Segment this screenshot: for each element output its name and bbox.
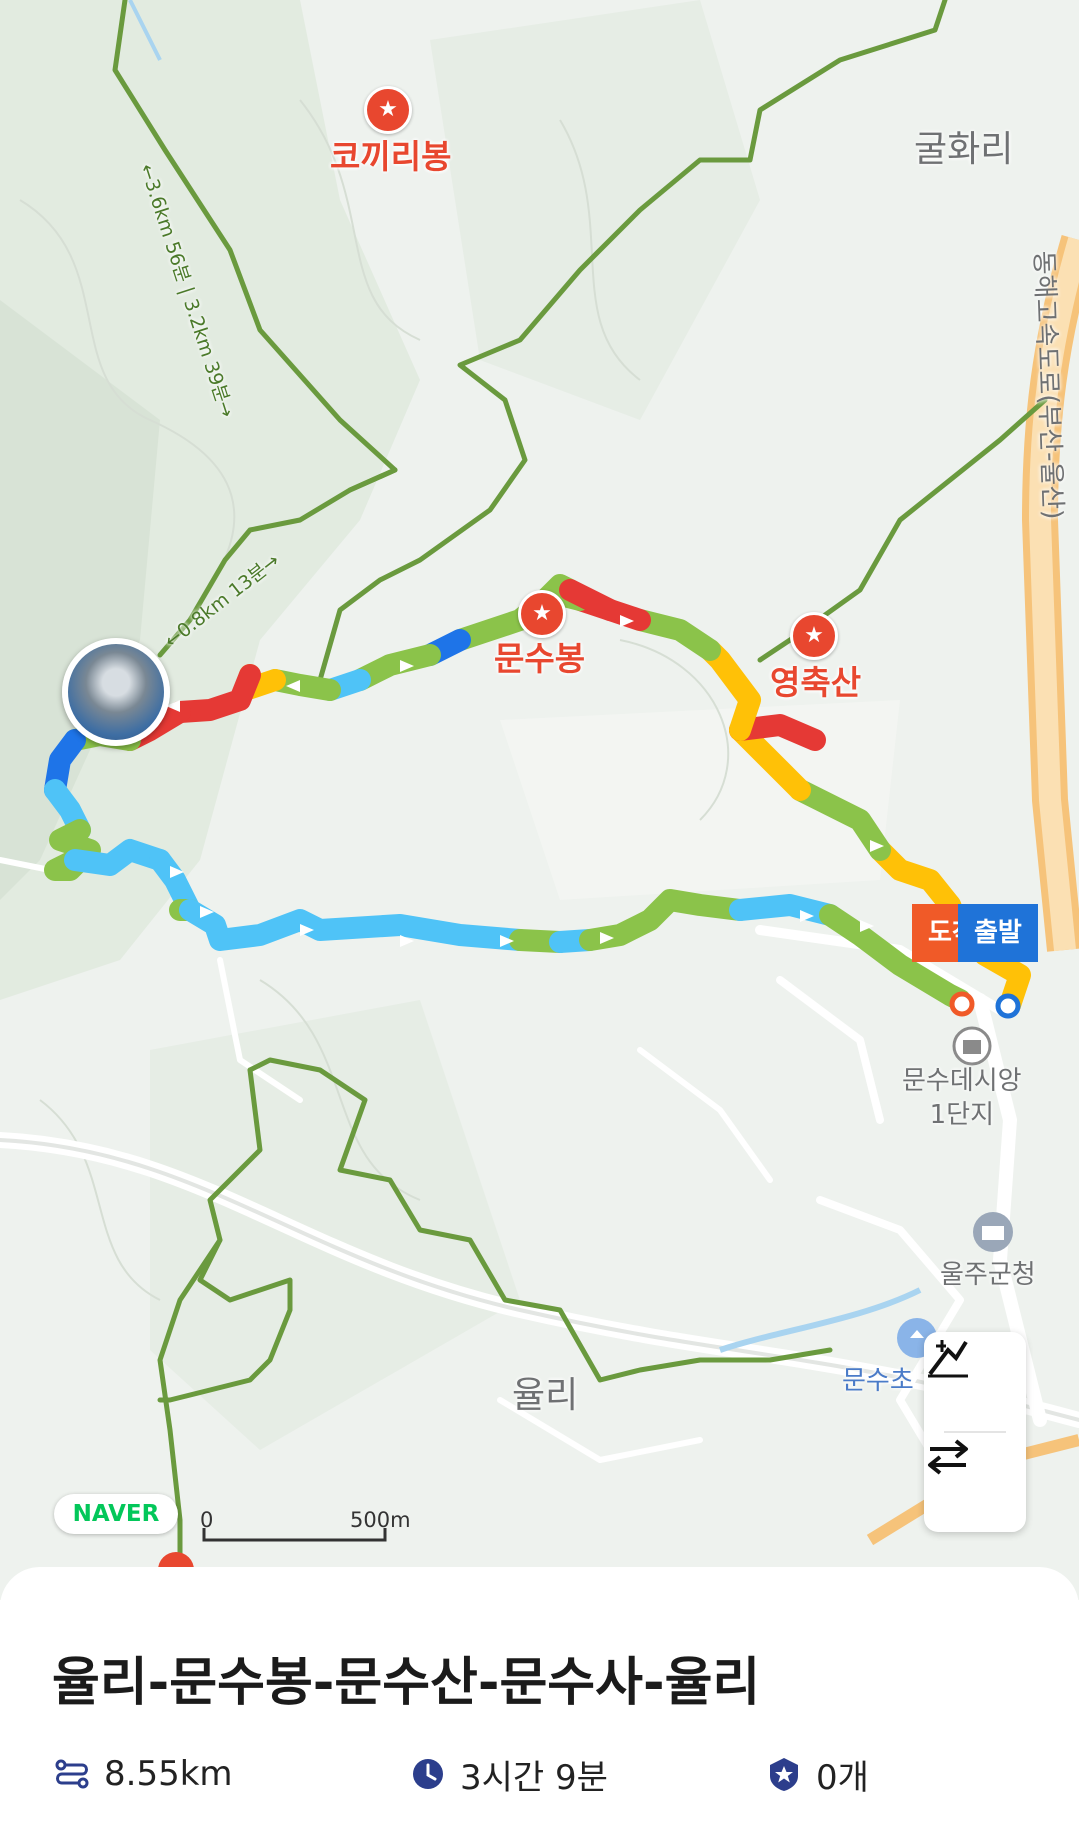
- duration-stat: 3시간 9분: [410, 1752, 608, 1798]
- place-label-apartment[interactable]: 문수데시앙 1단지: [902, 1064, 1022, 1132]
- map-controls: [924, 1332, 1026, 1532]
- place-label-county-office[interactable]: 울주군청: [940, 1254, 1036, 1291]
- peak-label-yeongchuk[interactable]: 영축산: [770, 656, 861, 704]
- course-title: 율리-문수봉-문수산-문수사-율리: [52, 1653, 761, 1713]
- distance-value: 8.55km: [104, 1754, 233, 1794]
- route-distance-icon: [55, 1759, 89, 1789]
- clock-icon: [413, 1759, 443, 1789]
- swap-direction-button[interactable]: [924, 1433, 1026, 1532]
- photo-marker[interactable]: [62, 638, 170, 746]
- scale-zero: 0: [200, 1508, 214, 1532]
- duration-value: 3시간 9분: [460, 1757, 608, 1798]
- place-label-yul: 율리: [512, 1375, 579, 1416]
- swap-arrows-icon: [928, 1439, 968, 1475]
- peak-label-kokkiri[interactable]: 코끼리봉: [330, 130, 451, 178]
- scale-distance: 500m: [350, 1508, 411, 1532]
- certified-peaks-value: 0개: [816, 1757, 869, 1798]
- start-badge[interactable]: 출발: [958, 904, 1038, 962]
- certified-peaks-stat: 0개: [766, 1752, 869, 1798]
- peak-marker-icon[interactable]: ★: [518, 590, 566, 638]
- peak-label-munsu[interactable]: 문수봉: [494, 632, 585, 680]
- place-label-gulhwa: 굴화리: [914, 129, 1014, 170]
- scale-bar: 0 500m: [200, 1508, 411, 1532]
- map-view[interactable]: ★ 코끼리봉 ★ 문수봉 ★ 영축산 굴화리 율리 문수데시앙 1단지 울주군청…: [0, 0, 1079, 1600]
- naver-logo: NAVER: [54, 1494, 178, 1534]
- peak-marker-icon[interactable]: ★: [790, 612, 838, 660]
- place-label-school[interactable]: 문수초: [842, 1360, 914, 1397]
- peak-badge-icon: [770, 1758, 798, 1791]
- slope-chart-icon: [928, 1340, 968, 1378]
- slope-chart-button[interactable]: [924, 1332, 1026, 1431]
- apartment-name: 문수데시앙: [902, 1066, 1022, 1096]
- distance-stat: 8.55km: [54, 1752, 233, 1796]
- apartment-block: 1단지: [929, 1100, 994, 1130]
- peak-marker-icon[interactable]: ★: [364, 86, 412, 134]
